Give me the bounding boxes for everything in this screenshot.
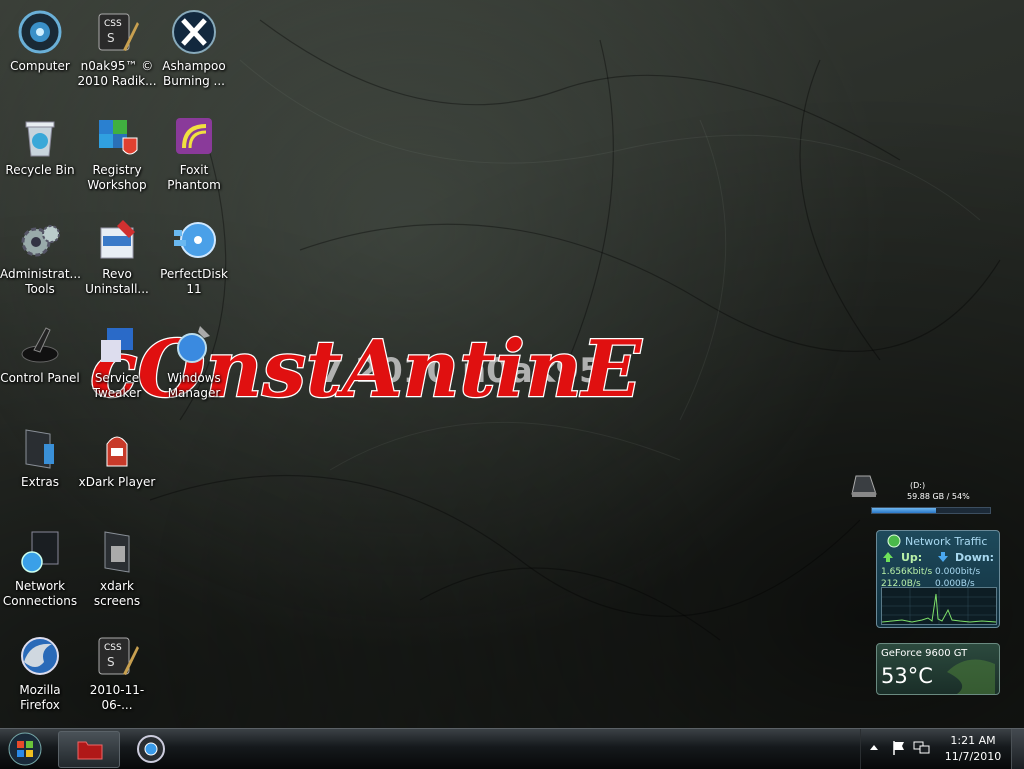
drive-info: 59.88 GB / 54% [907,492,970,501]
icon-label: n0ak95™ © 2010 Radik... [77,59,157,88]
drive-usage-fill [872,508,936,513]
svg-text:CSS: CSS [104,643,122,653]
svg-text:S: S [107,31,115,45]
desktop-icon-firefox[interactable]: Mozilla Firefox [0,632,80,713]
svg-text:S: S [107,655,115,669]
css-file-icon: CSS S [98,13,139,51]
taskbar-explorer-button[interactable] [58,731,120,768]
icon-label: Windows Manager [167,371,221,400]
desktop-icon-css-file[interactable]: CSS S n0ak95™ © 2010 Radik... [77,8,157,89]
desktop-icon-service-tweaker[interactable]: Service Tweaker [77,320,157,401]
desktop-icon-recycle-bin[interactable]: Recycle Bin [0,112,80,178]
desktop-icon-xdark-screens[interactable]: xdark screens [77,528,157,609]
arrow-down-icon [938,552,948,562]
download-bits: 0.000bit/s [935,567,981,577]
service-tweaker-icon [101,328,133,362]
gpu-temperature: 53°C [881,664,933,688]
clock-time: 1:21 AM [950,734,996,747]
icon-label: Recycle Bin [5,163,75,177]
foxit-phantom-icon [176,118,212,154]
icon-label: xDark Player [78,475,156,489]
taskbar-pinned-app-button[interactable] [124,731,180,766]
icon-label: Registry Workshop [87,163,147,192]
traffic-graph [881,587,997,625]
arrow-up-icon [883,552,893,562]
control-panel-icon [21,327,59,363]
svg-text:CSS: CSS [104,19,122,29]
perfectdisk-icon [174,222,216,258]
desktop-icon-css-file-2[interactable]: CSS S 2010-11-06-... [77,632,157,713]
desktop-icon-computer[interactable]: Computer [0,8,80,74]
drive-gadget[interactable]: (D:) 59.88 GB / 54% [846,470,996,520]
network-status-icon[interactable] [913,740,931,756]
gpu-name: GeForce 9600 GT [881,648,968,659]
desktop-icon-ashampoo[interactable]: Ashampoo Burning ... [154,8,234,89]
css-file-icon: CSS S [98,637,139,675]
ashampoo-icon [172,10,216,54]
icon-label: Mozilla Firefox [19,683,61,712]
taskbar: 1:21 AM 11/7/2010 [0,728,1024,769]
network-globe-icon [887,534,901,548]
icon-label: Network Connections [2,579,78,608]
icon-label: Service Tweaker [92,371,142,400]
action-center-flag-icon[interactable] [891,740,907,756]
revo-uninstaller-icon [100,220,135,259]
icon-label: xdark screens [93,579,141,608]
xdark-player-icon [106,436,128,467]
admin-tools-icon [21,225,60,257]
download-label: Down: [955,551,995,564]
icon-label: Control Panel [0,371,80,385]
icon-label: Computer [10,59,70,73]
hard-drive-icon [851,475,877,497]
network-title: Network Traffic [905,535,988,548]
desktop-icon-revo[interactable]: Revo Uninstall... [77,216,157,297]
icon-label: Revo Uninstall... [85,267,149,296]
folder-icon [25,429,54,469]
icon-label: Administrat... Tools [0,267,81,296]
upload-bits: 1.656Kbit/s [881,567,933,577]
taskbar-clock[interactable]: 1:21 AM 11/7/2010 [934,733,1012,765]
icon-label: Ashampoo Burning ... [162,59,226,88]
desktop-icon-xdark-player[interactable]: xDark Player [77,424,157,490]
computer-icon [18,10,62,54]
desktop-icon-registry-workshop[interactable]: Registry Workshop [77,112,157,193]
start-button[interactable] [2,730,48,768]
icon-label: 2010-11-06-... [89,683,145,712]
folder-icon [77,741,103,760]
show-desktop-button[interactable] [1011,729,1024,769]
icon-label: Extras [21,475,59,489]
network-traffic-gadget[interactable]: Network Traffic Up: Down: 1.656Kbit/s 0.… [876,530,1000,628]
gpu-temperature-gadget[interactable]: GeForce 9600 GT 53°C [876,643,1000,695]
desktop-icon-network-connections[interactable]: Network Connections [0,528,80,609]
drive-name: (D:) [910,481,926,490]
folder-icon [104,531,130,573]
desktop-icon-perfectdisk[interactable]: PerfectDisk 11 [154,216,234,297]
desktop-icon-control-panel[interactable]: Control Panel [0,320,80,386]
show-hidden-icons-icon[interactable] [869,743,879,753]
upload-label: Up: [901,551,923,564]
icon-label: Foxit Phantom [167,163,221,192]
desktop-icon-windows-manager[interactable]: Windows Manager [154,320,234,401]
clock-date: 11/7/2010 [944,750,1002,763]
registry-workshop-icon [99,120,138,155]
firefox-icon [21,637,59,675]
icon-label: PerfectDisk 11 [160,267,228,296]
recycle-bin-icon [25,121,55,157]
media-player-icon [137,735,165,763]
drive-usage-bar [871,507,991,514]
windows-manager-icon [177,326,210,363]
desktop-icon-admin-tools[interactable]: Administrat... Tools [0,216,81,297]
desktop-icon-extras[interactable]: Extras [0,424,80,490]
desktop-icon-foxit-phantom[interactable]: Foxit Phantom [154,112,234,193]
network-connections-icon [21,531,59,573]
